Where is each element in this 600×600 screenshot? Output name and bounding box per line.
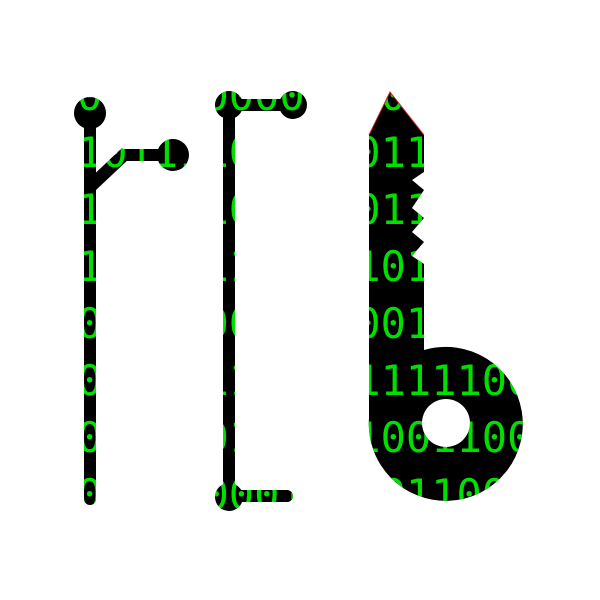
circuit-key-illustration: 0000000000000000000000001011110111101111… xyxy=(0,0,600,600)
